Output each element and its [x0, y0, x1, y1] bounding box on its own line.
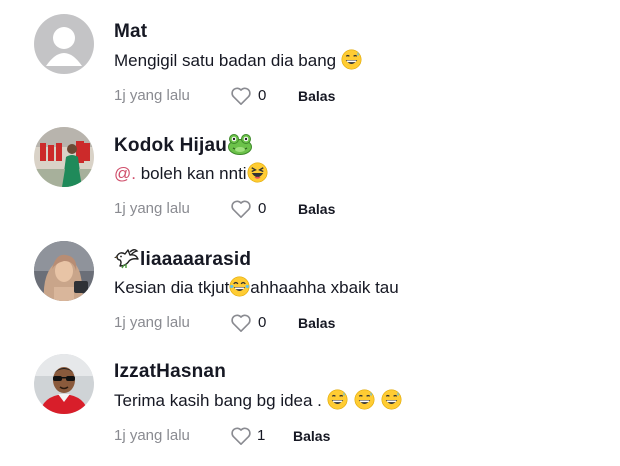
avatar-liaaaaarasid[interactable]	[34, 241, 94, 301]
grinning-sweat-emoji-icon	[381, 389, 402, 410]
grinning-sweat-emoji-icon	[341, 49, 362, 70]
comment-item: liaaaaarasid Kesian dia tkjut ahhaahha xb…	[0, 227, 620, 339]
comment-text-content: boleh kan nnti	[135, 164, 247, 183]
avatar-izzathasnan[interactable]	[34, 354, 94, 414]
squinting-laugh-emoji-icon	[247, 162, 268, 183]
avatar-default[interactable]	[34, 14, 94, 74]
comment-timestamp: 1j yang lalu	[114, 87, 190, 104]
comment-item: Mat Mengigil satu badan dia bang 1j yang…	[0, 0, 620, 112]
comment-username[interactable]: Mat	[114, 20, 147, 44]
user-photo-icon	[34, 241, 94, 301]
comment-timestamp: 1j yang lalu	[114, 200, 190, 217]
comment-item: Kodok Hijau @. boleh kan nnti 1j yang la…	[0, 113, 620, 225]
comment-text-after: ahhaahha xbaik tau	[250, 278, 399, 297]
comment-text: Mengigil satu badan dia bang	[114, 49, 362, 73]
heart-icon[interactable]	[230, 199, 252, 219]
heart-icon[interactable]	[230, 426, 252, 446]
comment-text-content: Mengigil satu badan dia bang	[114, 51, 341, 70]
comment-timestamp: 1j yang lalu	[114, 314, 190, 331]
comment-timestamp: 1j yang lalu	[114, 427, 190, 444]
comment-text-before: Kesian dia tkjut	[114, 278, 230, 297]
reply-button[interactable]: Balas	[298, 311, 335, 335]
comment-text: Kesian dia tkjut ahhaahha xbaik tau	[114, 276, 399, 300]
grinning-sweat-emoji-icon	[354, 389, 375, 410]
username-text: liaaaaarasid	[140, 249, 252, 270]
like-count: 0	[258, 87, 267, 104]
user-photo-icon	[34, 354, 94, 414]
tears-of-joy-emoji-icon	[229, 276, 250, 297]
heart-icon[interactable]	[230, 86, 252, 106]
user-photo-icon	[34, 127, 94, 187]
avatar-kodok[interactable]	[34, 127, 94, 187]
comment-text-content: Terima kasih bang bg idea .	[114, 391, 327, 410]
comment-text: Terima kasih bang bg idea .	[114, 389, 402, 413]
username-text: Kodok Hijau	[114, 135, 228, 156]
comment-item: IzzatHasnan Terima kasih bang bg idea . …	[0, 340, 620, 452]
reply-button[interactable]: Balas	[298, 84, 335, 108]
mention-link[interactable]: @.	[114, 164, 136, 183]
default-avatar-icon	[34, 14, 94, 74]
grinning-sweat-emoji-icon	[327, 389, 348, 410]
comment-username[interactable]: Kodok Hijau	[114, 133, 253, 158]
reply-button[interactable]: Balas	[293, 424, 330, 448]
reply-button[interactable]: Balas	[298, 197, 335, 221]
like-count: 0	[258, 200, 267, 217]
comment-text: @. boleh kan nnti	[114, 162, 268, 186]
frog-emoji-icon	[228, 134, 253, 155]
like-count: 1	[257, 427, 266, 444]
comment-username[interactable]: IzzatHasnan	[114, 360, 226, 384]
like-count: 0	[258, 314, 267, 331]
dove-icon	[114, 249, 139, 269]
heart-icon[interactable]	[230, 313, 252, 333]
comment-username[interactable]: liaaaaarasid	[114, 247, 251, 272]
